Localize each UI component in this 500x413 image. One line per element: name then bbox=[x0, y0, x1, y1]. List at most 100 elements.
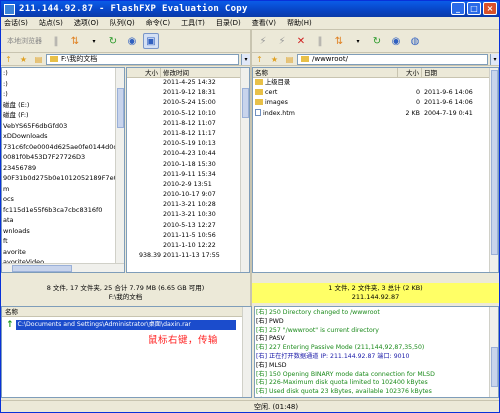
menu-item[interactable]: 目录(D) bbox=[216, 18, 241, 28]
pause-icon[interactable]: ‖ bbox=[48, 33, 64, 49]
refresh-icon[interactable]: ↻ bbox=[105, 33, 121, 49]
log-line: [右] 226-Maximum disk quota limited to 10… bbox=[256, 379, 428, 387]
file-date: 2010-1-18 15:30 bbox=[163, 160, 216, 168]
tree-item[interactable]: m bbox=[2, 184, 124, 195]
list-item[interactable]: 2010-2-9 13:51 bbox=[127, 180, 249, 190]
bookmark-star-icon[interactable]: ★ bbox=[269, 54, 280, 65]
globe-icon[interactable]: ◍ bbox=[407, 33, 423, 49]
list-item[interactable]: 2010-4-23 10:44 bbox=[127, 149, 249, 159]
list-item[interactable]: 2011-9-11 15:34 bbox=[127, 170, 249, 180]
local-list-vertical-scrollbar[interactable] bbox=[240, 68, 249, 272]
menu-item[interactable]: 队列(Q) bbox=[110, 18, 135, 28]
up-folder-icon[interactable]: ↑ bbox=[3, 54, 14, 65]
list-item[interactable]: 938.39 2011-11-13 17:55 bbox=[127, 251, 249, 261]
tree-item[interactable]: xDDownloads bbox=[2, 131, 124, 142]
connection-log[interactable]: [右] 250 Directory changed to /wwwroot [右]… bbox=[254, 306, 499, 398]
list-item[interactable]: 2010-10-17 9:07 bbox=[127, 190, 249, 200]
tree-item[interactable]: avorite bbox=[2, 247, 124, 258]
table-row[interactable]: index.htm 2 KB 2004-7-19 0:41 bbox=[253, 109, 498, 119]
bookmark-star-icon[interactable]: ★ bbox=[18, 54, 29, 65]
tree-item[interactable]: 磁盘 (E:) bbox=[2, 100, 124, 111]
menu-item[interactable]: 工具(T) bbox=[181, 18, 205, 28]
minimize-button[interactable]: _ bbox=[451, 2, 465, 15]
tree-item[interactable]: :) bbox=[2, 68, 124, 79]
list-item[interactable]: 2010-5-13 12:27 bbox=[127, 221, 249, 231]
list-item[interactable]: 2010-5-12 10:10 bbox=[127, 109, 249, 119]
tree-vertical-scrollbar[interactable] bbox=[115, 68, 124, 272]
options-icon[interactable]: ◉ bbox=[388, 33, 404, 49]
column-name[interactable]: 名称 bbox=[253, 68, 398, 77]
table-row[interactable]: images 0 2011-9-6 14:06 bbox=[253, 98, 498, 108]
tree-item[interactable]: ft bbox=[2, 236, 124, 247]
menu-bar: 会话(S) 站点(S) 选项(O) 队列(Q) 命令(C) 工具(T) 目录(D) 查看(V)… bbox=[1, 17, 499, 30]
remote-vertical-scrollbar[interactable] bbox=[489, 68, 498, 272]
view-icon[interactable]: ▣ bbox=[143, 33, 159, 49]
pause-icon[interactable]: ‖ bbox=[312, 33, 328, 49]
tree-horizontal-scrollbar[interactable] bbox=[2, 263, 124, 272]
tree-item[interactable]: wnloads bbox=[2, 226, 124, 237]
list-item[interactable]: 2011-8-12 11:07 bbox=[127, 119, 249, 129]
column-size[interactable]: 大小 bbox=[398, 68, 422, 77]
transfer-queue[interactable]: 名称 ↑ C:\Documents and Settings\Administr… bbox=[1, 306, 252, 398]
disconnect-icon[interactable]: ⚡ bbox=[274, 33, 290, 49]
tree-item[interactable]: :) bbox=[2, 89, 124, 100]
local-browser-button[interactable]: 本地浏览器 bbox=[4, 33, 45, 49]
log-vertical-scrollbar[interactable] bbox=[489, 307, 498, 397]
remote-file-list[interactable]: 名称 大小 日期 上级目录 cert 0 2011-9-6 14:06 images 0 2… bbox=[252, 67, 499, 273]
column-modified[interactable]: 修改时间 bbox=[161, 68, 241, 77]
tree-item[interactable]: ata bbox=[2, 215, 124, 226]
transfer-icon[interactable]: ⇅ bbox=[67, 33, 83, 49]
file-date: 2010-5-12 10:10 bbox=[163, 109, 216, 117]
local-folder-tree[interactable]: :):):) 磁盘 (E:) 磁盘 (F:) VebYS65F6dbGfd03 xDDo… bbox=[1, 67, 125, 273]
tree-item[interactable]: ocs bbox=[2, 194, 124, 205]
tree-item[interactable]: 23456789 bbox=[2, 163, 124, 174]
list-item[interactable]: 2011-3-21 10:30 bbox=[127, 210, 249, 220]
menu-item[interactable]: 帮助(H) bbox=[287, 18, 312, 28]
transfer-icon[interactable]: ⇅ bbox=[331, 33, 347, 49]
remote-path-input[interactable]: /wwwroot/ bbox=[297, 53, 488, 65]
queue-column-name[interactable]: 名称 bbox=[2, 307, 251, 317]
dropdown-icon[interactable]: ▾ bbox=[86, 33, 102, 49]
tree-item[interactable]: VebYS65F6dbGfd03 bbox=[2, 121, 124, 132]
list-item[interactable]: 2011-3-21 10:28 bbox=[127, 200, 249, 210]
tree-item[interactable]: 0081f0b453D7F27726D3 bbox=[2, 152, 124, 163]
local-file-list[interactable]: 大小 修改时间 2011-4-25 14:32 2011-9-12 18:31 20… bbox=[126, 67, 250, 273]
list-item[interactable]: 2011-11-5 10:56 bbox=[127, 231, 249, 241]
menu-item[interactable]: 站点(S) bbox=[39, 18, 63, 28]
refresh-icon[interactable]: ↻ bbox=[369, 33, 385, 49]
column-date[interactable]: 日期 bbox=[422, 68, 490, 77]
options-icon[interactable]: ◉ bbox=[124, 33, 140, 49]
list-item[interactable]: 2011-9-12 18:31 bbox=[127, 88, 249, 98]
folder-icon[interactable]: ▤ bbox=[284, 54, 295, 65]
list-item[interactable]: 2011-1-10 12:22 bbox=[127, 241, 249, 251]
queue-item[interactable]: ↑ C:\Documents and Settings\Administrato… bbox=[6, 320, 236, 330]
chevron-down-icon[interactable]: ▾ bbox=[241, 53, 250, 65]
menu-item[interactable]: 选项(O) bbox=[74, 18, 99, 28]
table-row[interactable]: cert 0 2011-9-6 14:06 bbox=[253, 88, 498, 98]
list-item[interactable]: 2011-8-12 11:17 bbox=[127, 129, 249, 139]
table-row[interactable]: 上级目录 bbox=[253, 78, 498, 88]
menu-item[interactable]: 命令(C) bbox=[146, 18, 170, 28]
list-item[interactable]: 2010-5-19 10:13 bbox=[127, 139, 249, 149]
column-size[interactable]: 大小 bbox=[127, 68, 161, 77]
list-item[interactable]: 2010-1-18 15:30 bbox=[127, 160, 249, 170]
close-button[interactable]: × bbox=[483, 2, 497, 15]
tree-item[interactable]: fc115d1e55f6b3ca7cbc8316f0 bbox=[2, 205, 124, 216]
tree-item[interactable]: 磁盘 (F:) bbox=[2, 110, 124, 121]
menu-item[interactable]: 查看(V) bbox=[252, 18, 276, 28]
maximize-button[interactable]: □ bbox=[467, 2, 481, 15]
connect-icon[interactable]: ⚡ bbox=[255, 33, 271, 49]
left-path-input[interactable]: F:\我的文档 bbox=[46, 53, 239, 65]
folder-icon[interactable]: ▤ bbox=[33, 54, 44, 65]
chevron-down-icon[interactable]: ▾ bbox=[490, 53, 499, 65]
tree-item[interactable]: :) bbox=[2, 79, 124, 90]
list-item[interactable]: 2011-4-25 14:32 bbox=[127, 78, 249, 88]
abort-icon[interactable]: ✕ bbox=[293, 33, 309, 49]
dropdown-icon[interactable]: ▾ bbox=[350, 33, 366, 49]
tree-item[interactable]: 90F31b0d275b0e1012052189F7e0f4 bbox=[2, 173, 124, 184]
menu-item[interactable]: 会话(S) bbox=[4, 18, 28, 28]
queue-vertical-scrollbar[interactable] bbox=[242, 307, 251, 397]
list-item[interactable]: 2010-5-24 15:00 bbox=[127, 98, 249, 108]
tree-item[interactable]: 731c6fc0e0004d625ae0fe0144d0d2 bbox=[2, 142, 124, 153]
up-folder-icon[interactable]: ↑ bbox=[254, 54, 265, 65]
